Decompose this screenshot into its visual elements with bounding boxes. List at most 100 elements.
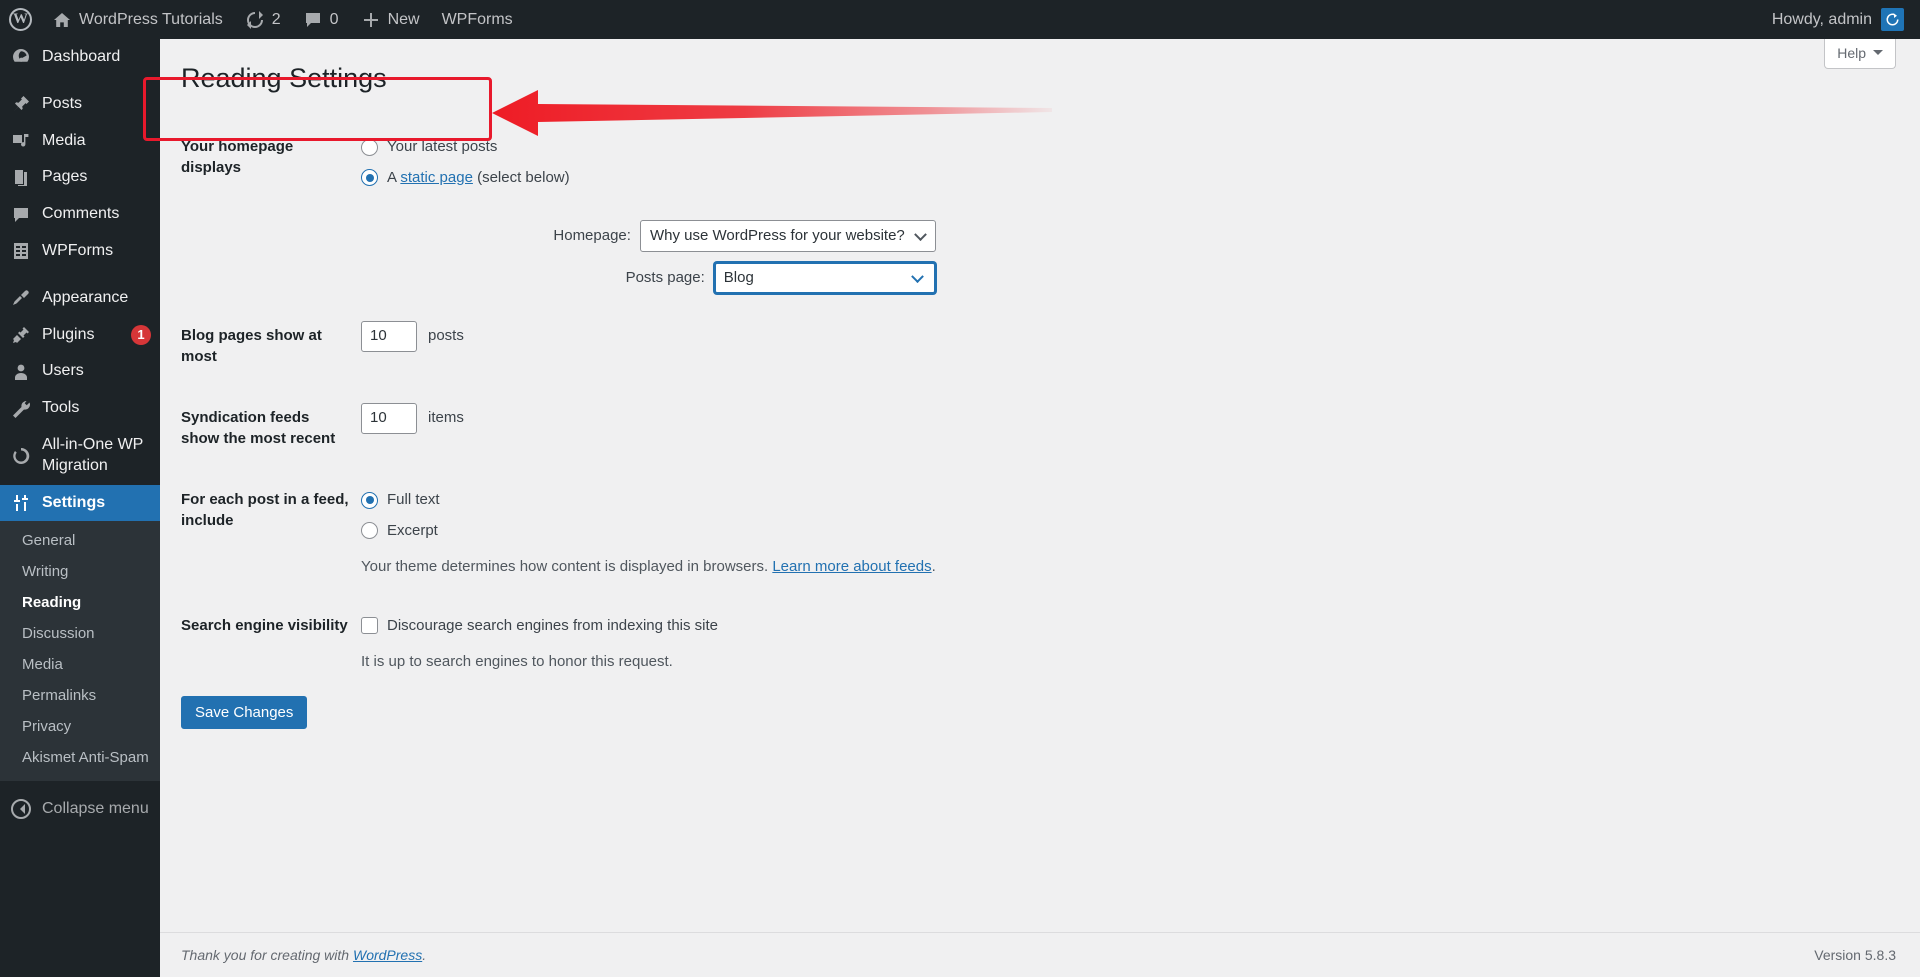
sidebar-item-pages[interactable]: Pages (0, 159, 160, 196)
wordpress-logo-icon: W (9, 8, 32, 31)
sidebar-item-dashboard[interactable]: Dashboard (0, 39, 160, 76)
learn-more-about-feeds-link[interactable]: Learn more about feeds (772, 558, 931, 575)
static-page-link[interactable]: static page (400, 169, 473, 186)
submenu-item-reading[interactable]: Reading (0, 587, 160, 618)
discourage-checkbox-input[interactable] (361, 617, 378, 635)
radio-latest-posts-label: Your latest posts (387, 138, 498, 156)
sidebar-item-users[interactable]: Users (0, 353, 160, 390)
sidebar-item-label: Pages (42, 168, 88, 186)
footer-thanks-prefix: Thank you for creating with (181, 947, 353, 963)
user-icon (11, 362, 31, 382)
feed-description-suffix: . (931, 558, 936, 576)
radio-static-page-input[interactable] (361, 169, 378, 187)
homepage-select-group: Homepage: Why use WordPress for your web… (361, 215, 936, 257)
main-content: Help Reading Settings Your homepage disp… (160, 39, 1920, 977)
feed-include-label: For each post in a feed, include (181, 491, 349, 530)
chevron-down-icon (910, 270, 924, 284)
comments-menu[interactable]: 0 (292, 0, 350, 39)
radio-latest-posts-input[interactable] (361, 138, 378, 156)
sidebar-item-plugins[interactable]: Plugins 1 (0, 317, 160, 354)
submenu-item-akismet-anti-spam[interactable]: Akismet Anti-Spam (0, 742, 160, 773)
plugin-update-badge: 1 (131, 324, 151, 345)
blog-pages-label: Blog pages show at most (181, 327, 322, 366)
sidebar-item-posts[interactable]: Posts (0, 86, 160, 123)
radio-full-text-input[interactable] (361, 491, 378, 509)
collapse-arrow-icon (11, 799, 31, 820)
sidebar-item-label: Comments (42, 205, 120, 223)
sidebar-item-comments[interactable]: Comments (0, 196, 160, 233)
plus-icon (361, 10, 381, 30)
blog-pages-input[interactable]: 10 (361, 321, 417, 353)
homepage-displays-label: Your homepage displays (181, 138, 294, 177)
updates-count: 2 (271, 10, 281, 28)
syndication-input[interactable]: 10 (361, 403, 417, 435)
comment-bubble-icon (11, 205, 31, 225)
sidebar-item-label: Tools (42, 399, 80, 417)
chevron-down-icon (913, 228, 927, 242)
settings-submenu: General Writing Reading Discussion Media… (0, 521, 160, 782)
feed-include-row: For each post in a feed, include Full te… (181, 469, 946, 595)
footer-version: Version 5.8.3 (1814, 947, 1896, 963)
homepage-displays-row: Your homepage displays Your latest posts… (181, 116, 946, 209)
home-icon (52, 10, 72, 30)
homepage-select[interactable]: Why use WordPress for your website? (639, 220, 936, 253)
radio-your-latest-posts[interactable]: Your latest posts (361, 132, 936, 163)
sidebar-item-media[interactable]: Media (0, 123, 160, 160)
posts-page-select[interactable]: Blog (713, 262, 936, 295)
sidebar-item-label: Posts (42, 94, 83, 112)
sidebar-item-all-in-one-wp-migration[interactable]: All-in-One WP Migration (0, 427, 160, 485)
feed-description: Your theme determines how content is dis… (361, 546, 936, 579)
help-label: Help (1837, 45, 1866, 61)
sidebar-item-appearance[interactable]: Appearance (0, 280, 160, 317)
checkbox-discourage-search-engines[interactable]: Discourage search engines from indexing … (361, 611, 936, 642)
new-label: New (387, 10, 420, 28)
sidebar-item-label: WPForms (42, 241, 114, 259)
sidebar-item-wpforms[interactable]: WPForms (0, 233, 160, 270)
submenu-item-media[interactable]: Media (0, 649, 160, 680)
pages-icon (11, 168, 31, 188)
discourage-checkbox-label: Discourage search engines from indexing … (387, 616, 719, 634)
footer-thanks: Thank you for creating with WordPress. (181, 947, 426, 963)
admin-sidebar: Dashboard Posts Media Pages Comments WPF… (0, 39, 168, 977)
submenu-item-general[interactable]: General (0, 525, 160, 556)
collapse-menu-button[interactable]: Collapse menu (0, 787, 160, 831)
submenu-item-writing[interactable]: Writing (0, 556, 160, 587)
user-avatar-icon (1881, 8, 1904, 31)
submenu-item-permalinks[interactable]: Permalinks (0, 680, 160, 711)
submenu-item-discussion[interactable]: Discussion (0, 618, 160, 649)
sidebar-item-tools[interactable]: Tools (0, 390, 160, 427)
menu-separator (0, 270, 160, 280)
my-account-menu[interactable]: Howdy, admin (1772, 8, 1920, 31)
menu-separator (0, 76, 160, 86)
reading-settings-form: Your homepage displays Your latest posts… (181, 116, 946, 690)
radio-excerpt[interactable]: Excerpt (361, 516, 936, 547)
syndication-unit: items (428, 409, 464, 427)
search-visibility-note: It is up to search engines to honor this… (361, 653, 673, 671)
wpforms-menu[interactable]: WPForms (431, 0, 524, 39)
radio-full-text[interactable]: Full text (361, 485, 936, 516)
homepage-select-value: Why use WordPress for your website? (649, 226, 905, 244)
feed-description-prefix: Your theme determines how content is dis… (361, 558, 773, 576)
new-content-menu[interactable]: New (350, 0, 431, 39)
syndication-label: Syndication feeds show the most recent (181, 409, 336, 448)
site-name-menu[interactable]: WordPress Tutorials (41, 0, 234, 39)
help-tab-button[interactable]: Help (1824, 39, 1896, 69)
radio-a-static-page[interactable]: A static page (select below) (361, 163, 936, 194)
search-visibility-label: Search engine visibility (181, 616, 348, 634)
radio-excerpt-input[interactable] (361, 522, 378, 540)
sidebar-item-label: All-in-One WP Migration (42, 435, 144, 474)
submenu-item-privacy[interactable]: Privacy (0, 711, 160, 742)
wordpress-link[interactable]: WordPress (353, 947, 422, 963)
save-changes-button[interactable]: Save Changes (181, 695, 308, 729)
pin-icon (11, 94, 31, 114)
footer-thanks-suffix: . (422, 947, 427, 963)
paintbrush-icon (11, 288, 31, 308)
comments-count: 0 (329, 10, 339, 28)
posts-page-select-label: Posts page: (625, 268, 705, 286)
homepage-select-row: Homepage: Why use WordPress for your web… (181, 209, 946, 305)
homepage-select-label: Homepage: (553, 226, 631, 244)
sidebar-item-settings[interactable]: Settings (0, 484, 168, 522)
updates-menu[interactable]: 2 (234, 0, 292, 39)
sidebar-item-label: Settings (42, 493, 106, 511)
wordpress-logo-button[interactable]: W (0, 0, 41, 39)
